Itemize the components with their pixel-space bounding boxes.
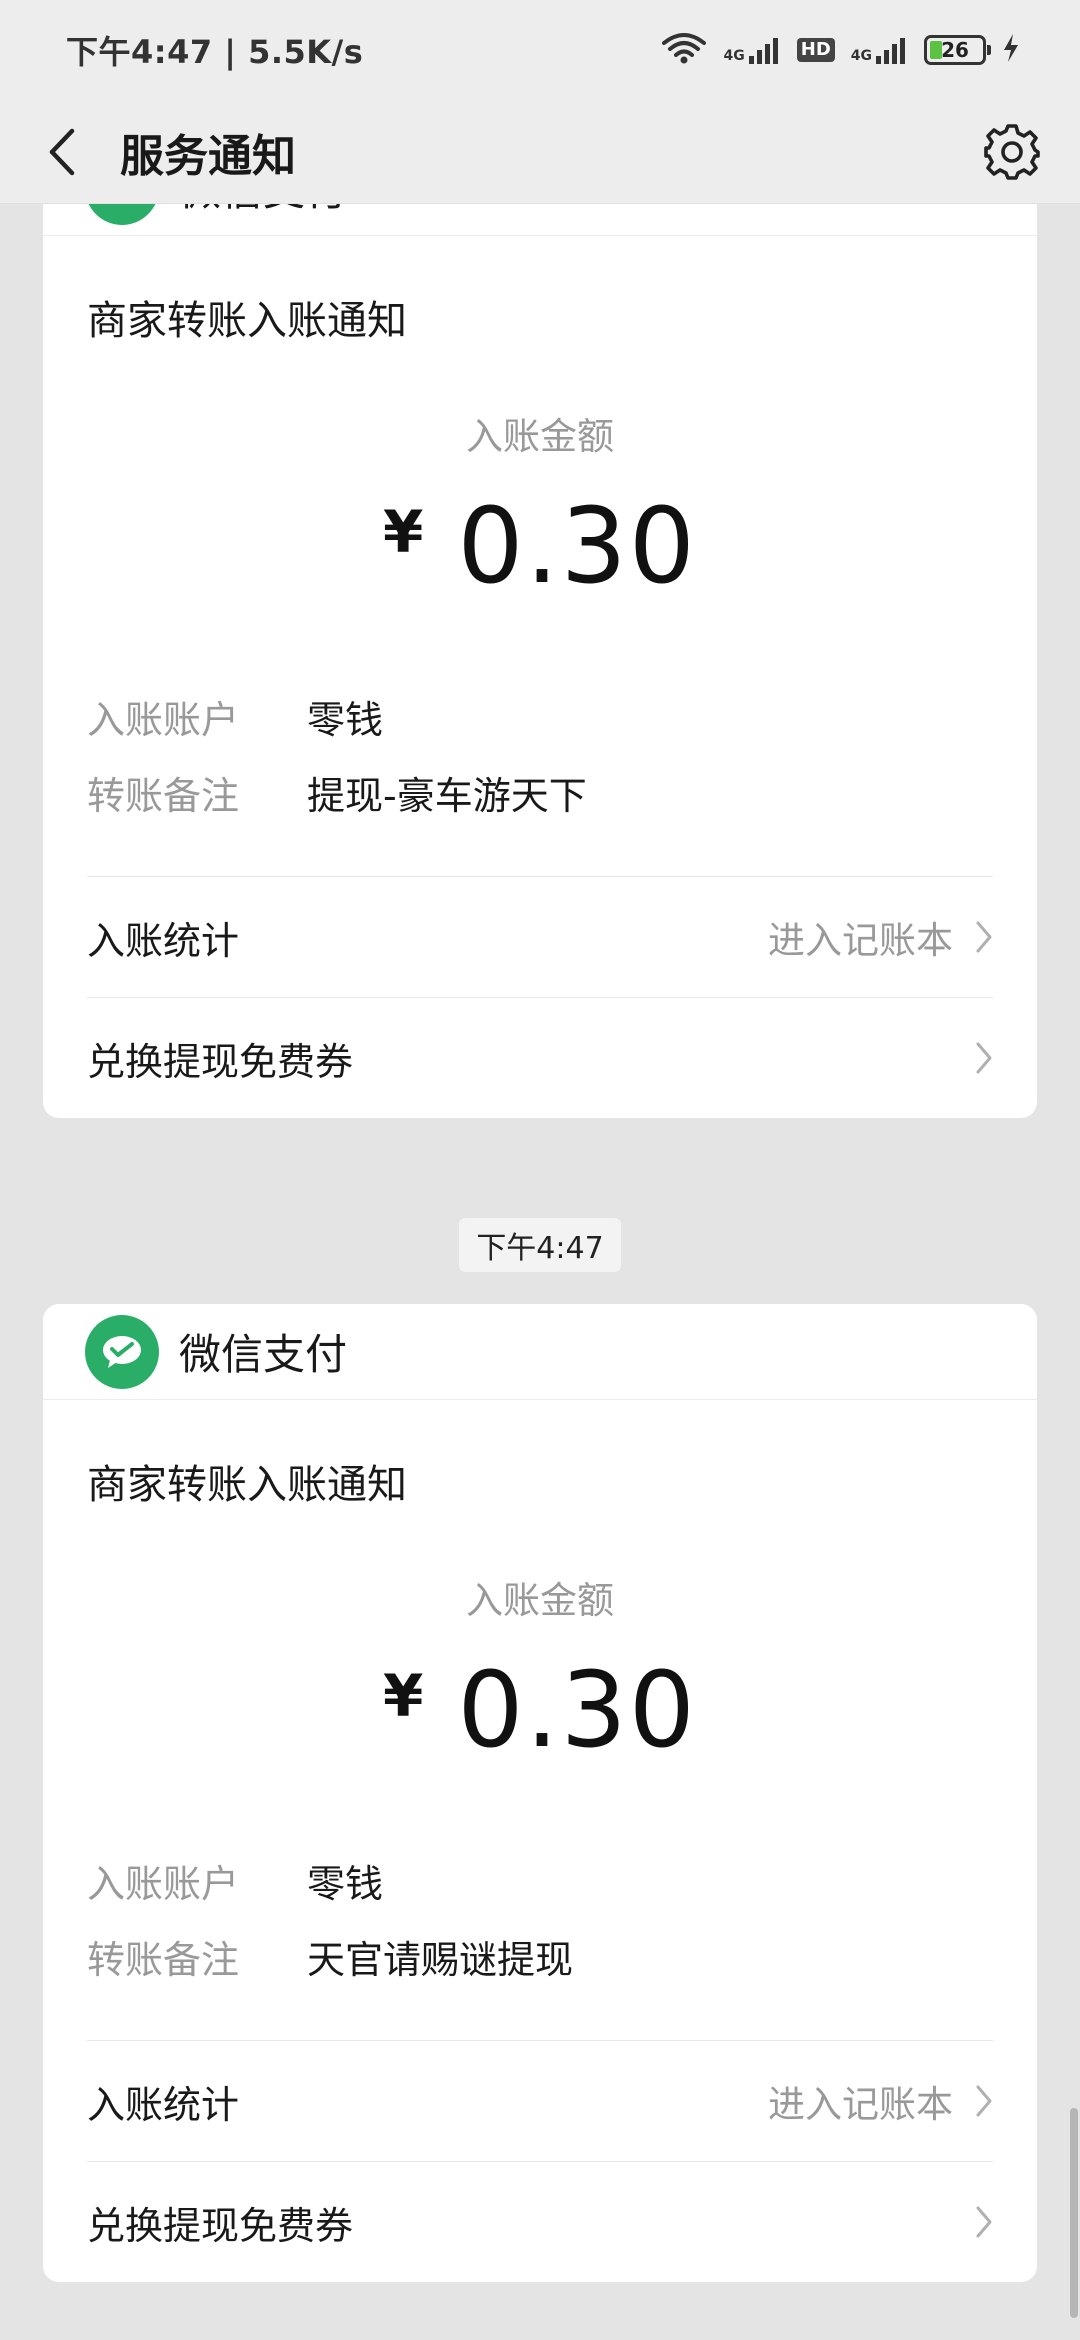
charging-icon — [1002, 33, 1020, 67]
coupon-link[interactable]: 兑换提现免费券 — [43, 998, 1037, 1118]
hd-badge: HD — [796, 38, 835, 62]
info-row-account: 入账账户 零钱 — [87, 1842, 993, 1918]
info-key: 转账备注 — [87, 1937, 240, 1982]
info-value: 提现-豪车游天下 — [307, 773, 587, 818]
amount-label: 入账金额 — [466, 415, 614, 458]
message-timestamp: 下午4:47 — [459, 1218, 621, 1272]
info-value: 零钱 — [307, 1861, 384, 1906]
info-row-note: 转账备注 提现-豪车游天下 — [87, 754, 993, 830]
card-title: 商家转账入账通知 — [87, 298, 407, 344]
info-key: 转账备注 — [87, 773, 240, 818]
info-value: 零钱 — [307, 697, 384, 742]
gear-icon — [984, 123, 1040, 180]
card-info: 入账账户 零钱 转账备注 提现-豪车游天下 — [43, 604, 1037, 830]
info-row-account: 入账账户 零钱 — [87, 678, 993, 754]
coupon-label: 兑换提现免费券 — [87, 2203, 354, 2248]
amount-row: ¥ 0.30 — [43, 494, 1037, 604]
signal-1-group: 4G — [724, 36, 781, 64]
stats-label: 入账统计 — [87, 2082, 240, 2127]
amount-row: ¥ 0.30 — [43, 1658, 1037, 1768]
network-type-1: 4G — [723, 48, 745, 64]
chevron-left-icon — [49, 128, 75, 175]
status-time-speed: 下午4:47 | 5.5K/s — [66, 33, 364, 71]
currency-symbol: ¥ — [383, 1662, 424, 1730]
wechat-pay-logo-icon — [85, 1314, 159, 1389]
info-value: 天官请赐谜提现 — [307, 1937, 574, 1982]
chevron-right-icon — [975, 2205, 993, 2239]
coupon-label: 兑换提现免费券 — [87, 1039, 354, 1084]
chevron-right-icon — [975, 920, 993, 954]
stats-hint: 进入记账本 — [768, 919, 953, 962]
wechat-pay-logo-icon — [85, 204, 159, 225]
battery-indicator: 26 — [924, 35, 991, 65]
notification-list[interactable]: 微信支付 商家转账入账通知 入账金额 ¥ 0.30 入账账户 零钱 转账备注 提… — [0, 204, 1080, 2340]
battery-level: 26 — [941, 38, 969, 62]
stats-hint: 进入记账本 — [768, 2083, 953, 2126]
info-key: 入账账户 — [87, 1861, 240, 1906]
card-header: 微信支付 — [43, 204, 1037, 236]
signal-bars-2-icon — [876, 38, 905, 64]
signal-2-group: 4G — [851, 36, 908, 64]
info-key: 入账账户 — [87, 697, 240, 742]
card-header: 微信支付 — [43, 1304, 1037, 1400]
card-title: 商家转账入账通知 — [87, 1462, 407, 1508]
back-button[interactable] — [36, 122, 86, 182]
info-row-note: 转账备注 天官请赐谜提现 — [87, 1918, 993, 1994]
notification-card: 微信支付 商家转账入账通知 入账金额 ¥ 0.30 入账账户 零钱 转账备注 提… — [43, 204, 1037, 1118]
stats-link[interactable]: 入账统计 进入记账本 — [43, 877, 1037, 997]
amount-value: 0.30 — [457, 485, 697, 607]
status-bar: 下午4:47 | 5.5K/s 4G HD 4G 26 — [0, 0, 1080, 100]
card-brand: 微信支付 — [179, 204, 347, 218]
nav-bar: 服务通知 — [0, 100, 1080, 204]
wifi-icon — [660, 31, 708, 69]
status-icons: 4G HD 4G 26 — [660, 31, 1020, 69]
amount-label: 入账金额 — [466, 1579, 614, 1622]
notification-card: 微信支付 商家转账入账通知 入账金额 ¥ 0.30 入账账户 零钱 转账备注 天… — [43, 1304, 1037, 2282]
card-brand: 微信支付 — [179, 1330, 348, 1379]
card-info: 入账账户 零钱 转账备注 天官请赐谜提现 — [43, 1768, 1037, 1994]
settings-button[interactable] — [980, 120, 1044, 184]
currency-symbol: ¥ — [383, 498, 424, 566]
stats-label: 入账统计 — [87, 918, 240, 963]
coupon-link[interactable]: 兑换提现免费券 — [43, 2162, 1037, 2282]
page-title: 服务通知 — [120, 130, 296, 182]
scrollbar[interactable] — [1070, 2108, 1078, 2318]
amount-value: 0.30 — [457, 1649, 697, 1771]
chevron-right-icon — [975, 1041, 993, 1075]
network-type-2: 4G — [850, 48, 872, 64]
signal-bars-1-icon — [748, 38, 778, 64]
chevron-right-icon — [975, 2084, 993, 2118]
stats-link[interactable]: 入账统计 进入记账本 — [43, 2041, 1037, 2161]
